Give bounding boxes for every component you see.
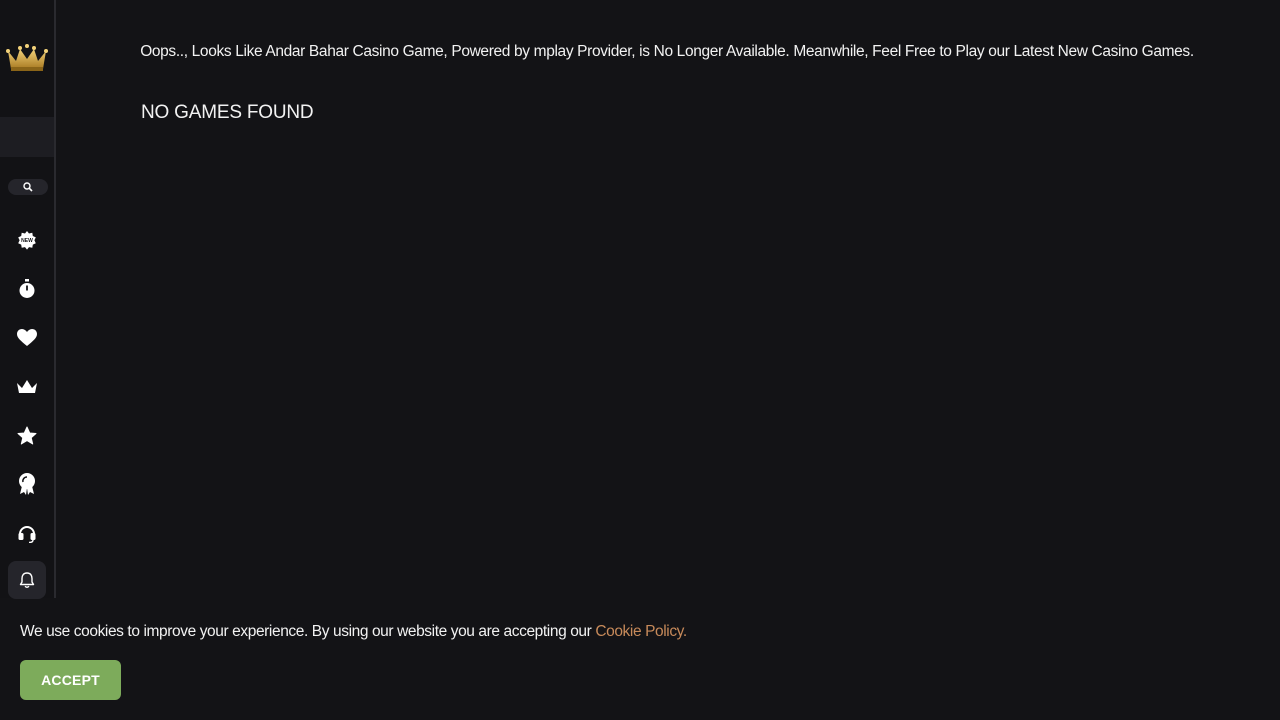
sidebar-item-popular[interactable] [13, 422, 41, 450]
cookie-message-text: We use cookies to improve your experienc… [20, 623, 596, 640]
no-games-found-label: NO GAMES FOUND [141, 102, 314, 123]
headset-icon [18, 526, 36, 543]
sidebar-item-new[interactable]: NEW [13, 226, 41, 254]
sidebar-item-vip[interactable] [13, 373, 41, 401]
accept-cookies-button[interactable]: ACCEPT [20, 660, 121, 700]
crown-logo-icon[interactable] [6, 43, 48, 73]
sidebar-item-favorites[interactable] [13, 324, 41, 352]
star-icon [17, 426, 37, 445]
cookie-consent-bar: We use cookies to improve your experienc… [0, 600, 1280, 720]
notifications-button[interactable] [8, 561, 46, 599]
search-icon [23, 182, 33, 192]
sidebar-item-recent[interactable] [13, 275, 41, 303]
sidebar-item-support[interactable] [13, 519, 41, 547]
cookie-policy-link[interactable]: Cookie Policy. [595, 623, 687, 640]
stopwatch-icon [19, 279, 35, 298]
unavailable-game-notice: Oops.., Looks Like Andar Bahar Casino Ga… [140, 43, 1194, 60]
sidebar: NEW [0, 0, 56, 599]
bell-icon [19, 572, 35, 588]
svg-text:NEW: NEW [21, 238, 33, 244]
search-button[interactable] [8, 179, 48, 195]
new-badge-icon: NEW [18, 231, 36, 250]
sidebar-item-rewards[interactable] [13, 470, 41, 498]
sidebar-active-item[interactable] [0, 117, 54, 157]
crown-icon [17, 380, 37, 393]
cookie-message: We use cookies to improve your experienc… [20, 622, 687, 642]
award-ribbon-icon [19, 473, 35, 495]
heart-icon [17, 329, 37, 346]
